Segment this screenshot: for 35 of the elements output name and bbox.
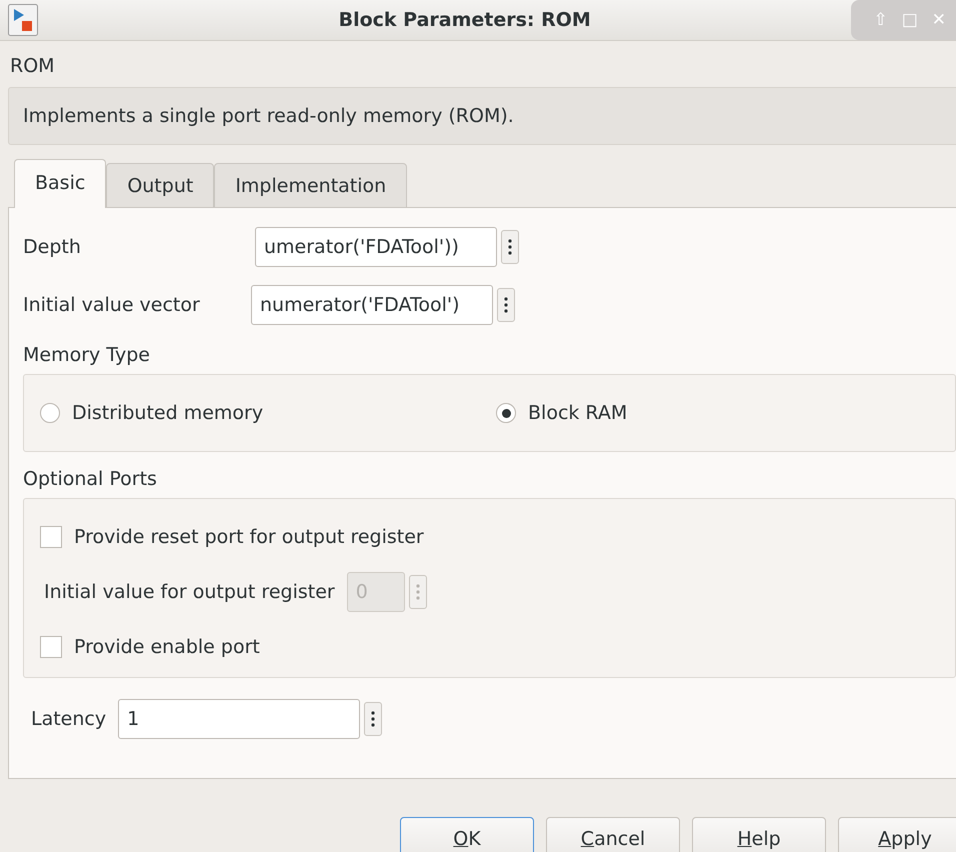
checkbox-label: Provide reset port for output register (74, 526, 424, 548)
radio-button[interactable] (496, 403, 516, 423)
field-label: Depth (23, 236, 82, 258)
radio-label: Block RAM (528, 402, 628, 424)
input-field[interactable]: umerator('FDATool')) (255, 227, 497, 267)
section-title: Optional Ports (23, 468, 157, 490)
dialog-button[interactable]: OK (400, 817, 534, 852)
input-field[interactable]: numerator('FDATool') (251, 285, 493, 325)
more-icon (508, 239, 512, 255)
field-label: Initial value for output register (44, 580, 335, 602)
checkbox[interactable] (40, 636, 62, 658)
more-button[interactable] (497, 288, 515, 322)
radio-label: Distributed memory (72, 402, 264, 424)
checkbox-label: Provide enable port (74, 636, 260, 658)
dialog-button[interactable]: Help (692, 817, 826, 852)
checkbox[interactable] (40, 526, 62, 548)
more-button[interactable] (501, 230, 519, 264)
more-icon (371, 711, 376, 727)
more-button[interactable] (364, 702, 382, 736)
app-icon (8, 4, 38, 36)
more-icon (416, 584, 420, 600)
tab[interactable]: Implementation (214, 163, 408, 208)
dialog-button[interactable]: Apply (838, 817, 956, 852)
more-icon (504, 297, 508, 313)
tab[interactable]: Output (106, 163, 214, 208)
field-label: Initial value vector (23, 294, 201, 316)
block-name: ROM (9, 54, 56, 79)
input-field[interactable]: 1 (118, 699, 360, 739)
tab[interactable]: Basic (14, 159, 106, 208)
window-title: Block Parameters: ROM (338, 9, 592, 31)
section-title: Memory Type (23, 344, 150, 366)
radio-button[interactable] (40, 403, 60, 423)
dialog-button[interactable]: Cancel (546, 817, 680, 852)
field-label: Latency (31, 708, 106, 730)
description: Implements a single port read-only memory (ROM). (8, 87, 956, 145)
